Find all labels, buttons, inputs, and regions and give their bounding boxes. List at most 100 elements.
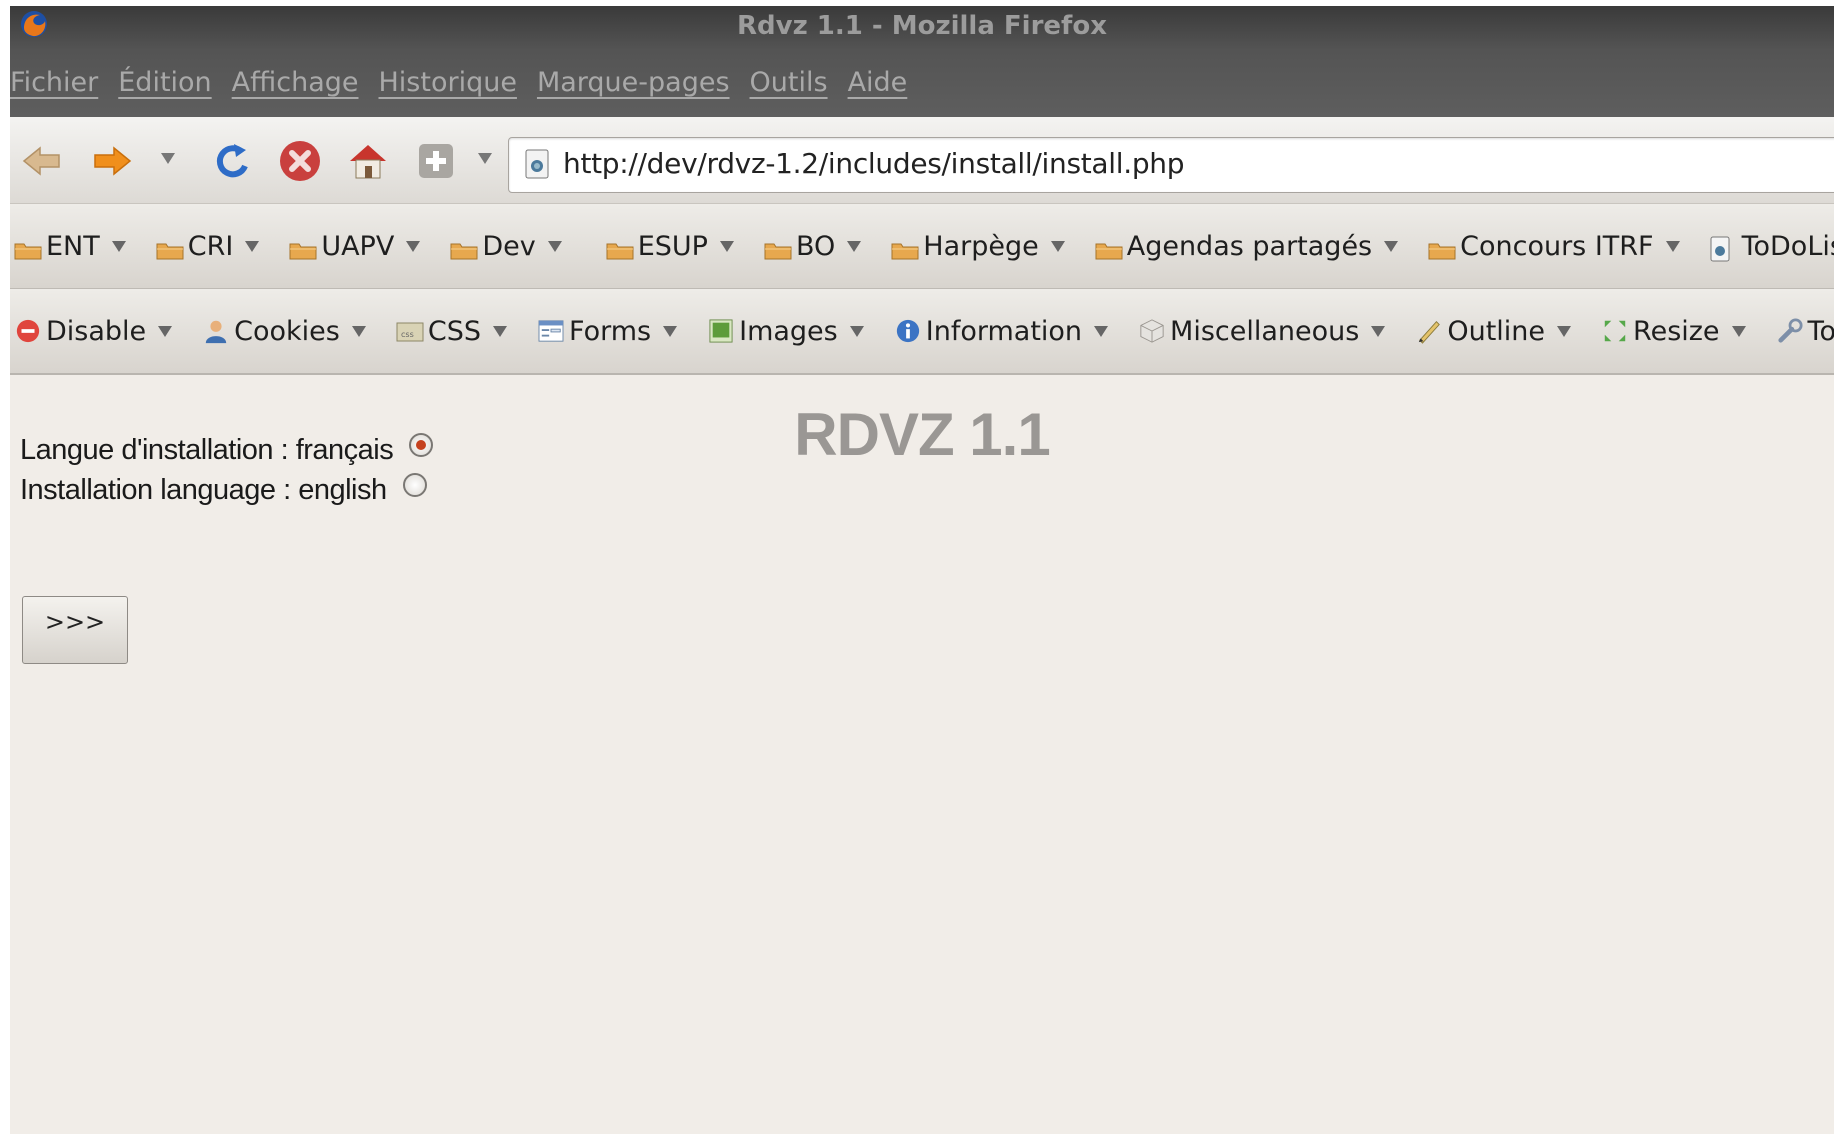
bookmark-6[interactable]: Harpège xyxy=(891,230,1065,262)
menu-outils[interactable]: Outils xyxy=(750,67,828,98)
webdev-label: Cookies xyxy=(234,315,340,347)
webdev-label: Outline xyxy=(1447,315,1546,347)
bookmark-8[interactable]: Concours ITRF xyxy=(1428,230,1680,262)
page-icon xyxy=(1710,236,1738,262)
menu-historique[interactable]: Historique xyxy=(379,67,517,98)
bookmark-1[interactable]: CRI xyxy=(156,231,260,262)
dropdown-icon xyxy=(493,325,508,337)
option-english-label: Installation language : english xyxy=(20,474,387,506)
webdev-menu-cookies[interactable]: Cookies xyxy=(202,316,366,347)
dropdown-icon xyxy=(158,325,173,337)
forward-button[interactable] xyxy=(90,139,134,183)
bookmark-label: BO xyxy=(795,230,836,262)
dropdown-icon xyxy=(849,325,864,337)
bookmark-label: ENT xyxy=(46,230,100,262)
bookmark-add-icon xyxy=(419,144,453,178)
bookmarks-toolbar: ENT CRI UAPV Dev ESUP BO Harpège Agendas partag… xyxy=(10,204,1834,289)
bookmark-4[interactable]: ESUP xyxy=(606,231,734,262)
radio-english[interactable] xyxy=(402,472,427,497)
webdev-menu-css[interactable]: css CSS xyxy=(396,315,508,347)
bookmark-label: CRI xyxy=(187,230,234,262)
webdev-label: Disable xyxy=(46,315,147,347)
webdev-menu-outline[interactable]: Outline xyxy=(1415,315,1572,347)
bookmark-add-button[interactable] xyxy=(414,139,458,183)
css-icon: css xyxy=(396,317,424,345)
images-icon xyxy=(707,317,735,345)
menu-fichier[interactable]: Fichier xyxy=(10,67,98,98)
dropdown-icon xyxy=(1557,325,1572,337)
tools-icon xyxy=(1776,317,1804,345)
dropdown-icon xyxy=(351,325,366,337)
bookmark-label: Concours ITRF xyxy=(1460,230,1654,262)
webdev-label: CSS xyxy=(427,315,482,347)
bookmark-5[interactable]: BO xyxy=(764,230,862,262)
history-dropdown-icon[interactable] xyxy=(161,153,175,164)
bookmark-7[interactable]: Agendas partagés xyxy=(1095,230,1399,262)
url-text[interactable]: http://dev/rdvz-1.2/includes/install/ins… xyxy=(563,147,1185,180)
webdev-label: Images xyxy=(739,315,838,347)
dropdown-icon xyxy=(719,240,734,252)
menu-edition[interactable]: Édition xyxy=(118,67,211,98)
dropdown-icon xyxy=(1094,325,1109,337)
menu-aide[interactable]: Aide xyxy=(848,67,908,98)
page-content: RDVZ 1.1 Langue d'installation : françai… xyxy=(10,376,1834,1134)
bookmark-2[interactable]: UAPV xyxy=(289,230,421,262)
dropdown-icon xyxy=(406,240,421,252)
window-title: Rdvz 1.1 - Mozilla Firefox xyxy=(737,11,1107,41)
dropdown-icon xyxy=(663,325,678,337)
information-icon xyxy=(894,317,922,345)
next-button[interactable]: >>> xyxy=(22,596,128,664)
window-chrome: Rdvz 1.1 - Mozilla Firefox Fichier Éditi… xyxy=(10,6,1834,117)
back-icon xyxy=(22,146,60,176)
cookies-icon xyxy=(202,317,230,345)
site-identity-icon xyxy=(525,149,549,179)
bookmark-label: Dev xyxy=(482,230,536,262)
dropdown-icon xyxy=(1665,240,1680,252)
webdev-label: Resize xyxy=(1633,315,1720,347)
folder-icon xyxy=(606,236,634,260)
webdev-menu-disable[interactable]: Disable xyxy=(14,315,173,347)
folder-icon xyxy=(450,236,478,260)
miscellaneous-icon xyxy=(1138,317,1166,345)
folder-icon xyxy=(156,236,184,260)
dropdown-icon xyxy=(547,240,562,252)
forward-icon xyxy=(94,146,132,176)
dropdown-icon xyxy=(1371,325,1386,337)
option-francais[interactable]: Langue d'installation : français xyxy=(20,432,434,467)
dropdown-icon[interactable] xyxy=(478,153,492,164)
radio-francais[interactable] xyxy=(409,432,434,457)
webdev-menu-information[interactable]: Information xyxy=(894,315,1109,347)
web-developer-toolbar: Disable Cookies css CSS Forms Images Informati… xyxy=(10,289,1834,375)
bookmark-3[interactable]: Dev xyxy=(450,230,562,262)
bookmark-9[interactable]: ToDoList xyxy=(1710,231,1834,262)
bookmark-label: Harpège xyxy=(923,230,1039,262)
svg-text:css: css xyxy=(401,330,414,339)
back-button[interactable] xyxy=(20,139,64,183)
disable-icon xyxy=(14,317,42,345)
reload-button[interactable] xyxy=(210,139,254,183)
webdev-menu-miscellaneous[interactable]: Miscellaneous xyxy=(1138,316,1386,347)
webdev-label: Tools xyxy=(1807,315,1834,347)
webdev-label: Information xyxy=(925,315,1083,347)
stop-button[interactable] xyxy=(278,139,322,183)
navigation-toolbar: http://dev/rdvz-1.2/includes/install/ins… xyxy=(10,117,1834,204)
option-english[interactable]: Installation language : english xyxy=(20,472,427,507)
home-button[interactable] xyxy=(346,139,390,183)
webdev-menu-forms[interactable]: Forms xyxy=(537,316,678,347)
dropdown-icon xyxy=(1050,240,1065,252)
menu-affichage[interactable]: Affichage xyxy=(232,67,359,98)
dropdown-icon xyxy=(847,240,862,252)
folder-icon xyxy=(14,236,42,260)
bookmark-label: Agendas partagés xyxy=(1126,230,1373,262)
resize-icon xyxy=(1601,317,1629,345)
bookmark-0[interactable]: ENT xyxy=(14,231,126,262)
menu-marque-pages[interactable]: Marque-pages xyxy=(537,67,730,98)
webdev-menu-images[interactable]: Images xyxy=(707,316,864,347)
webdev-menu-tools[interactable]: Tools xyxy=(1776,316,1834,347)
bookmark-label: ToDoList xyxy=(1741,230,1834,262)
dropdown-icon xyxy=(111,240,126,252)
bookmark-label: UAPV xyxy=(321,230,395,262)
url-bar[interactable]: http://dev/rdvz-1.2/includes/install/ins… xyxy=(508,137,1834,193)
dropdown-icon xyxy=(1384,240,1399,252)
webdev-menu-resize[interactable]: Resize xyxy=(1601,316,1746,347)
